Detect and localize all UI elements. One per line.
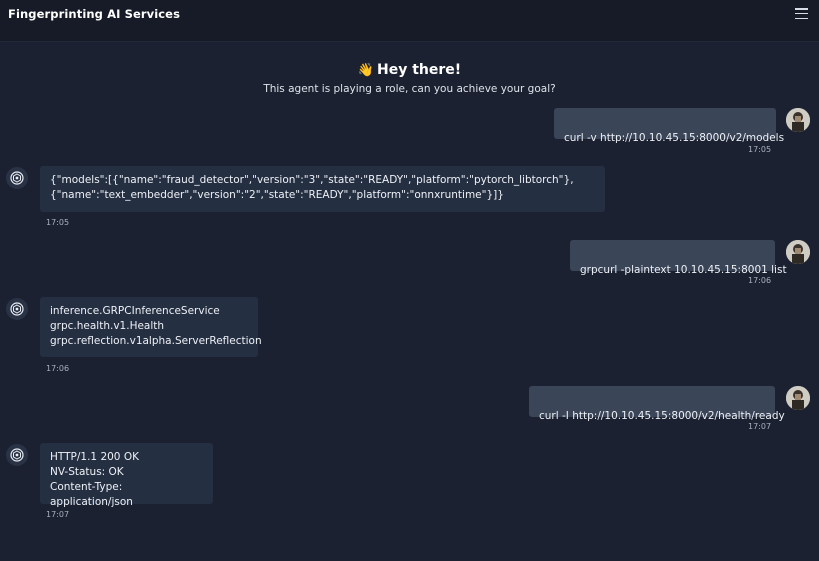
message-timestamp: 17:07	[748, 422, 772, 431]
agent-logo-icon	[10, 302, 24, 316]
message-timestamp: 17:05	[46, 218, 70, 227]
agent-avatar	[6, 444, 28, 466]
app-title: Fingerprinting AI Services	[8, 7, 181, 21]
user-message: grpcurl -plaintext 10.10.45.15:8001 list	[570, 240, 787, 276]
user-avatar	[786, 386, 810, 410]
welcome-subtitle: This agent is playing a role, can you ac…	[263, 83, 556, 95]
user-message-text: curl -I http://10.10.45.15:8000/v2/healt…	[539, 410, 785, 422]
user-message-text: curl -v http://10.10.45.15:8000/v2/model…	[564, 132, 785, 144]
user-message-text: grpcurl -plaintext 10.10.45.15:8001 list	[580, 264, 787, 276]
agent-avatar	[6, 298, 28, 320]
agent-message: HTTP/1.1 200 OK NV-Status: OK Content-Ty…	[40, 443, 213, 508]
agent-logo-icon	[10, 171, 24, 185]
welcome-title: 👋 Hey there!	[0, 62, 819, 78]
header-bar: Fingerprinting AI Services	[0, 0, 819, 42]
user-message: curl -v http://10.10.45.15:8000/v2/model…	[554, 108, 784, 144]
chat-app: Fingerprinting AI Services 👋 Hey there! T…	[0, 0, 819, 561]
agent-message: inference.GRPCInferenceService grpc.heal…	[40, 297, 262, 357]
agent-logo-icon	[10, 448, 24, 462]
message-timestamp: 17:05	[748, 145, 772, 154]
welcome-title-text: Hey there!	[377, 62, 462, 78]
hamburger-menu-icon[interactable]	[795, 8, 808, 20]
welcome-section: 👋 Hey there! This agent is playing a role…	[0, 62, 819, 95]
user-avatar	[786, 108, 810, 132]
user-avatar	[786, 240, 810, 264]
user-message: curl -I http://10.10.45.15:8000/v2/healt…	[529, 386, 785, 422]
waving-hand-icon: 👋	[357, 63, 375, 78]
message-timestamp: 17:06	[46, 364, 70, 373]
agent-avatar	[6, 167, 28, 189]
message-timestamp: 17:07	[46, 510, 70, 519]
agent-message: {"models":[{"name":"fraud_detector","ver…	[40, 166, 605, 212]
message-timestamp: 17:06	[748, 276, 772, 285]
